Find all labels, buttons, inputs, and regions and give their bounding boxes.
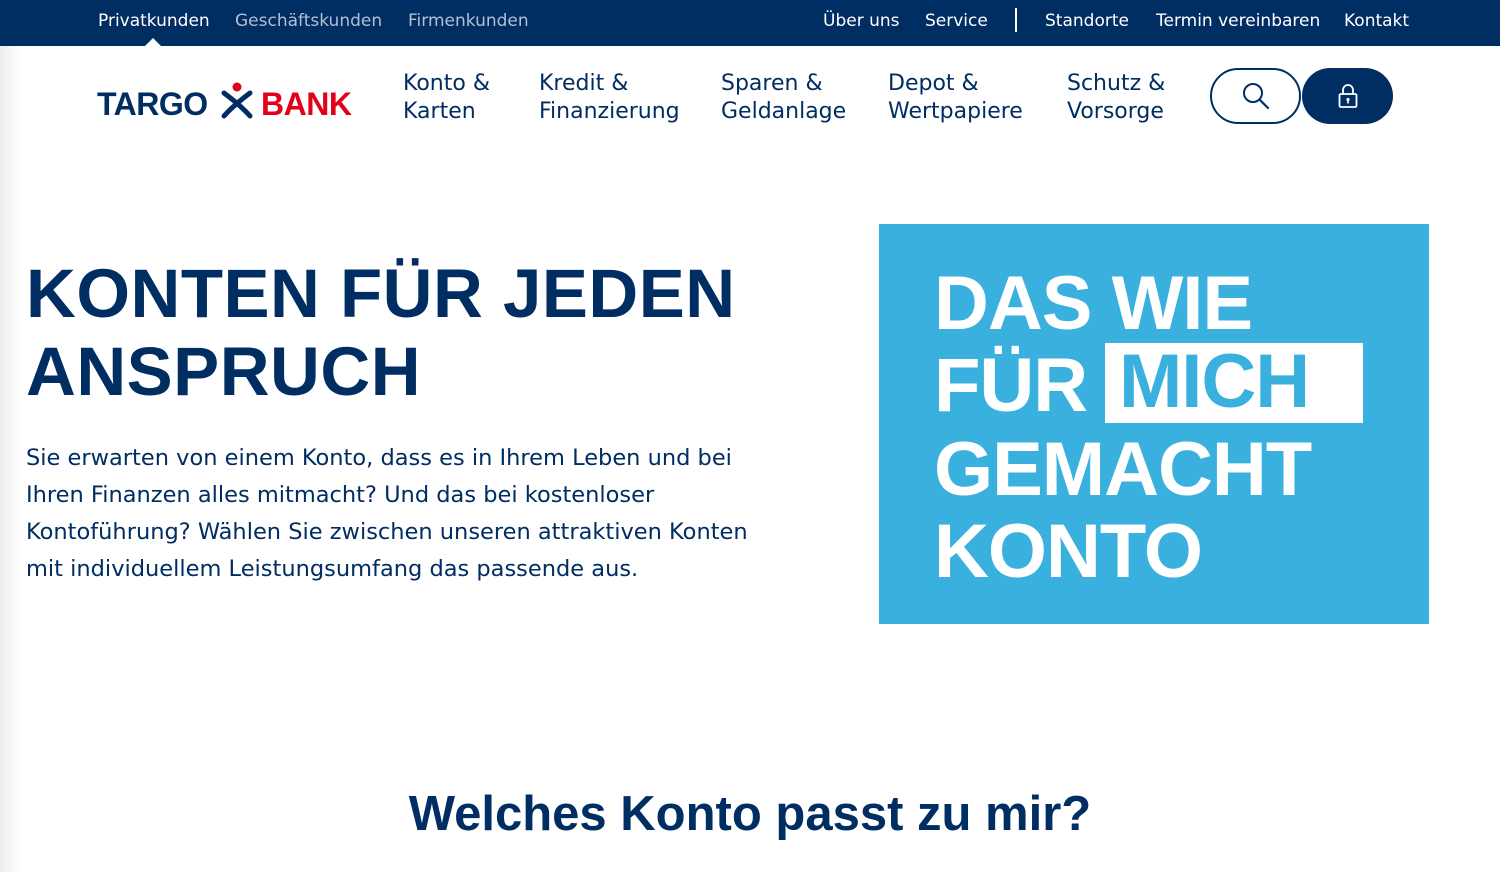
link-kontakt[interactable]: Kontakt [1344,10,1409,32]
nav-label-line2: Geldanlage [721,99,847,124]
page-edge-shadow [0,46,20,872]
search-button[interactable] [1210,68,1301,124]
logo-cross-mark-icon [221,82,253,119]
topbar-divider [1015,8,1017,32]
nav-label-line2: Wertpapiere [888,99,1023,124]
nav-label-line1: Sparen & [721,71,823,96]
link-termin-vereinbaren[interactable]: Termin vereinbaren [1156,10,1320,32]
top-utility-bar: Privatkunden Geschäftskunden Firmenkunde… [0,0,1500,46]
promo-line-2-prefix: FÜR [934,343,1088,428]
lock-icon [1338,84,1357,108]
nav-label-line1: Konto & [403,71,490,96]
promo-highlight-box: MICH [1105,339,1363,424]
link-service[interactable]: Service [925,10,988,32]
nav-label-line2: Vorsorge [1067,99,1164,124]
nav-label-line1: Depot & [888,71,979,96]
nav-label-line2: Finanzierung [539,99,680,124]
promo-banner: DAS WIE FÜR MICH GEMACHT KONTO [879,224,1429,624]
link-ueber-uns[interactable]: Über uns [823,10,900,32]
login-button[interactable] [1302,68,1393,124]
nav-kredit-finanzierung[interactable]: Kredit & Finanzierung [539,70,680,126]
nav-label-line1: Schutz & [1067,71,1166,96]
segment-firmenkunden[interactable]: Firmenkunden [408,10,529,32]
logo-word-bank: BANK [261,86,352,122]
segment-geschaeftskunden[interactable]: Geschäftskunden [235,10,382,32]
promo-line-3: GEMACHT [934,427,1312,512]
search-icon [1242,83,1269,110]
active-segment-indicator [145,38,161,46]
hero-description: Sie erwarten von einem Konto, dass es in… [26,445,748,582]
hero-title: KONTEN FÜR JEDEN ANSPRUCH [26,255,736,410]
promo-line-1: DAS WIE [934,261,1253,346]
nav-sparen-geldanlage[interactable]: Sparen & Geldanlage [721,70,846,126]
promo-line-4: KONTO [934,509,1203,594]
segment-privatkunden[interactable]: Privatkunden [98,10,210,32]
section-title: Welches Konto passt zu mir? [408,787,1092,841]
logo-word-targo: TARGO [97,86,208,122]
nav-label-line1: Kredit & [539,71,629,96]
nav-schutz-vorsorge[interactable]: Schutz & Vorsorge [1067,70,1165,126]
promo-highlight-word: MICH [1119,339,1310,424]
nav-depot-wertpapiere[interactable]: Depot & Wertpapiere [888,70,1023,126]
nav-label-line2: Karten [403,99,476,124]
nav-konto-karten[interactable]: Konto & Karten [403,70,490,126]
link-standorte[interactable]: Standorte [1045,10,1129,32]
